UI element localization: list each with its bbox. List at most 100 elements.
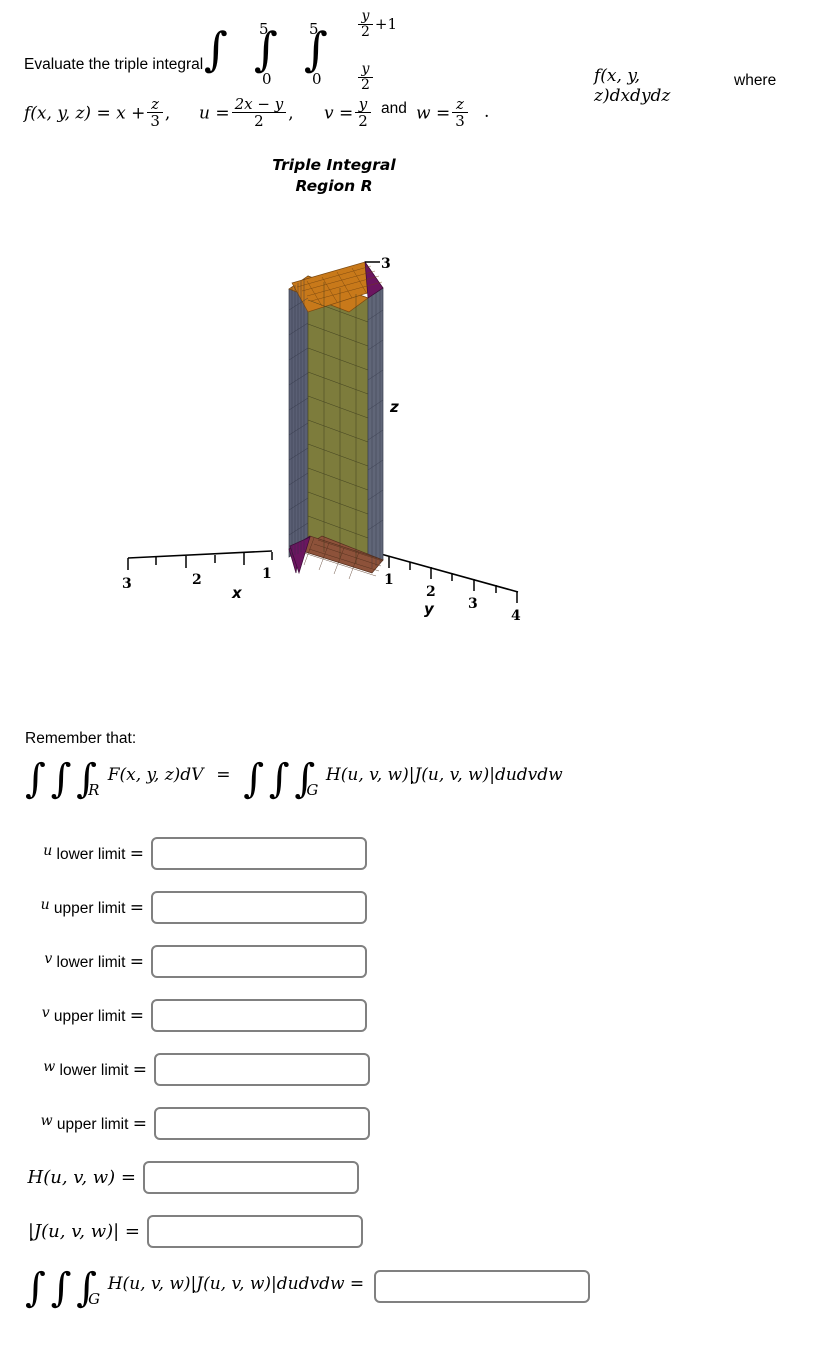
equals-sign: = xyxy=(129,843,144,864)
rhs-integral-2: ∫ xyxy=(268,756,290,802)
x-tick-label-1: 1 xyxy=(262,566,272,582)
x-axis-line xyxy=(127,550,273,559)
final-integral-2: ∫ xyxy=(50,1264,72,1311)
plot-title-line-2: Region R xyxy=(295,176,373,195)
text-lower-limit: lower limit xyxy=(52,953,130,971)
function-definition: f(x, y, z) = x + z 3 , xyxy=(24,95,171,131)
input-v-lower-limit[interactable] xyxy=(151,945,367,978)
region-front-face xyxy=(307,275,369,571)
integral-symbol-inner: ∫ xyxy=(304,21,328,76)
input-final-answer[interactable] xyxy=(374,1270,591,1303)
lhs-integral-2: ∫ xyxy=(50,756,72,802)
input-jacobian[interactable] xyxy=(147,1215,363,1248)
input-u-lower-limit[interactable] xyxy=(151,837,367,870)
z-tick-label-3: 3 xyxy=(381,256,391,272)
var-w: w xyxy=(40,1113,53,1130)
plot-title-line-1: Triple Integral xyxy=(272,156,396,174)
answer-row-v-upper: v upper limit = xyxy=(25,999,367,1032)
x-axis-label: x xyxy=(231,584,243,602)
answer-row-w-upper: w upper limit = xyxy=(25,1107,370,1140)
z-axis-label: z xyxy=(389,398,399,416)
final-integral-expression: ∫ ∫ ∫ G H(u, v, w)|J(u, v, w)|dudvdw = xyxy=(25,1264,374,1311)
x-axis-tick-labels: 3 2 1 xyxy=(122,566,272,592)
text-lower-limit: lower limit xyxy=(52,845,130,863)
answer-row-h-function: H(u, v, w) = xyxy=(25,1161,359,1194)
answer-row-final-integral: ∫ ∫ ∫ G H(u, v, w)|J(u, v, w)|dudvdw = xyxy=(25,1264,591,1311)
equals-sign: = xyxy=(129,951,144,972)
region-3d-plot: 3 2 1 x 1 2 3 4 y 3 z xyxy=(122,256,521,624)
problem-line-2: f(x, y, z) = x + z 3 , u = 2x − y 2 , v … xyxy=(24,96,814,146)
var-u: u xyxy=(43,843,53,860)
x-tick-label-3: 3 xyxy=(122,576,132,592)
integral-symbol-middle: ∫ xyxy=(254,21,278,76)
text-upper-limit: upper limit xyxy=(49,899,130,917)
final-region-subscript: G xyxy=(88,1289,101,1308)
input-u-upper-limit[interactable] xyxy=(151,891,367,924)
label-u-lower-limit: u lower limit = xyxy=(25,843,151,864)
inner-upper-limit: y 2 +1 xyxy=(356,8,398,40)
answer-row-v-lower: v lower limit = xyxy=(25,945,367,978)
label-w-lower-limit: w lower limit = xyxy=(25,1059,154,1080)
answer-row-u-upper: u upper limit = xyxy=(25,891,367,924)
inner-lower-numerator: y xyxy=(361,61,370,77)
lhs-integral-1: ∫ xyxy=(25,756,46,802)
and-text: and xyxy=(381,100,407,117)
v-definition: v = y 2 xyxy=(324,96,373,129)
label-u-upper-limit: u upper limit = xyxy=(25,897,151,918)
input-v-upper-limit[interactable] xyxy=(151,999,367,1032)
label-v-lower-limit: v lower limit = xyxy=(25,951,151,972)
inner-upper-numerator: y xyxy=(361,8,370,24)
y-tick-label-1: 1 xyxy=(384,572,394,588)
integral-symbol-outer: ∫ xyxy=(204,21,228,76)
remember-label: Remember that: xyxy=(25,730,137,747)
equals-sign: = xyxy=(129,1005,144,1026)
equals-sign: = xyxy=(132,1113,147,1134)
u-definition: u = 2x − y 2 , xyxy=(199,95,294,131)
lhs-integrand: F(x, y, z)dV xyxy=(107,765,204,785)
answer-row-jacobian: |J(u, v, w)| = xyxy=(25,1215,363,1248)
problem-line-1: Evaluate the triple integral ∫ 5 0 ∫ 5 0… xyxy=(24,8,814,106)
var-u: u xyxy=(40,897,50,914)
rhs-integral-1: ∫ xyxy=(243,756,265,802)
input-h-function[interactable] xyxy=(143,1161,359,1194)
var-w: w xyxy=(43,1059,56,1076)
input-w-lower-limit[interactable] xyxy=(154,1053,370,1086)
y-tick-label-4: 4 xyxy=(511,608,521,624)
region-right-face xyxy=(367,287,384,571)
trailing-period: . xyxy=(484,102,490,122)
y-tick-label-2: 2 xyxy=(426,584,436,600)
equals-sign: = xyxy=(132,1059,147,1080)
plot-title: Triple Integral Region R xyxy=(0,155,668,197)
w-definition: w = z 3 xyxy=(416,96,470,129)
var-v: v xyxy=(41,1005,50,1022)
inner-upper-plus-one: +1 xyxy=(374,14,398,33)
answer-row-u-lower: u lower limit = xyxy=(25,837,367,870)
exercise-page: Evaluate the triple integral ∫ 5 0 ∫ 5 0… xyxy=(0,0,834,1354)
final-integrand: H(u, v, w)|J(u, v, w)|dudvdw = xyxy=(107,1273,365,1294)
identity-equals: = xyxy=(216,765,231,785)
where-text: where xyxy=(734,72,777,89)
rhs-integrand: H(u, v, w)|J(u, v, w)|dudvdw xyxy=(325,765,563,785)
answer-row-w-lower: w lower limit = xyxy=(25,1053,370,1086)
rhs-region-subscript: G xyxy=(306,781,319,799)
final-integral-1: ∫ xyxy=(25,1264,46,1311)
inner-lower-denominator: 2 xyxy=(358,77,373,93)
y-axis-ticks xyxy=(388,556,518,603)
input-w-upper-limit[interactable] xyxy=(154,1107,370,1140)
y-axis-label: y xyxy=(424,600,435,618)
inner-lower-limit: y 2 xyxy=(356,61,375,93)
change-of-variables-identity: ∫ ∫ ∫ R F(x, y, z)dV = ∫ ∫ ∫ G H(u, v, w… xyxy=(25,756,563,802)
problem-statement: Evaluate the triple integral ∫ 5 0 ∫ 5 0… xyxy=(24,8,814,146)
lhs-region-subscript: R xyxy=(88,781,100,799)
label-h-function: H(u, v, w) = xyxy=(27,1167,136,1188)
label-jacobian: |J(u, v, w)| = xyxy=(27,1221,140,1242)
inner-upper-denominator: 2 xyxy=(358,24,373,40)
x-tick-label-2: 2 xyxy=(192,572,202,588)
label-v-upper-limit: v upper limit = xyxy=(25,1005,151,1026)
equals-sign: = xyxy=(129,897,144,918)
text-upper-limit: upper limit xyxy=(52,1115,133,1133)
evaluate-text: Evaluate the triple integral xyxy=(24,56,204,73)
y-tick-label-3: 3 xyxy=(468,596,478,612)
text-upper-limit: upper limit xyxy=(49,1007,130,1025)
label-w-upper-limit: w upper limit = xyxy=(25,1113,154,1134)
